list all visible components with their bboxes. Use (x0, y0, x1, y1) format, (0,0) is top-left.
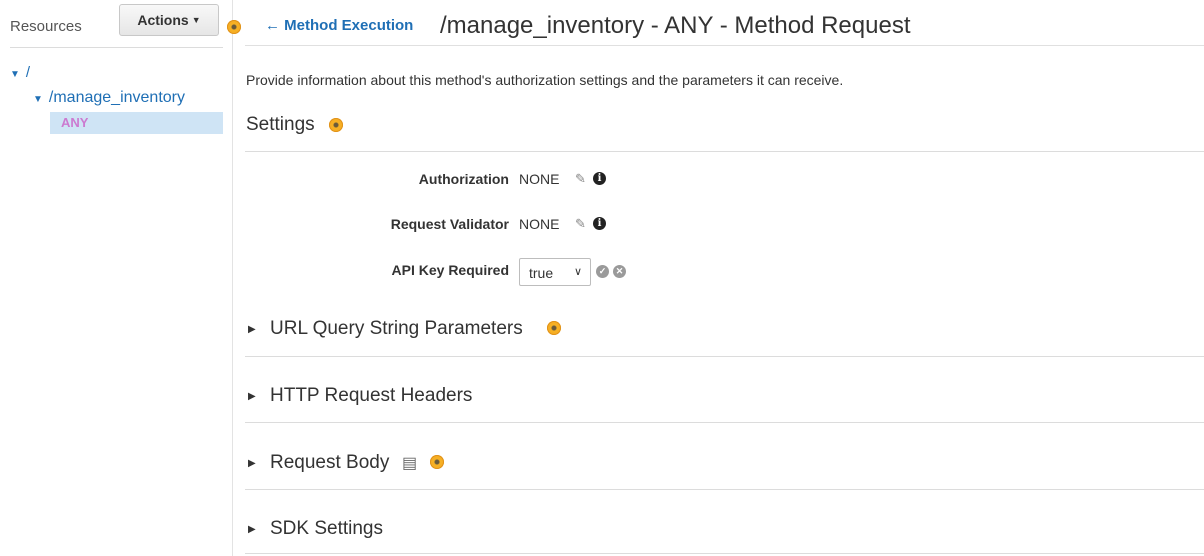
authorization-label: Authorization (418, 171, 509, 187)
book-icon[interactable]: ▤ (402, 453, 417, 473)
chevron-down-icon: ∨ (573, 266, 582, 278)
help-icon[interactable] (547, 321, 561, 335)
tree-item-label: / (25, 64, 31, 81)
check-icon[interactable]: ✓ (596, 265, 609, 278)
page-description: Provide information about this method's … (246, 72, 844, 88)
info-icon[interactable]: i (593, 217, 606, 230)
request-validator-label: Request Validator (390, 216, 509, 232)
divider (245, 151, 1204, 152)
resources-label: Resources (10, 18, 82, 35)
actions-label: Actions (137, 12, 189, 28)
caret-down-icon[interactable]: ▼ (33, 94, 43, 105)
caret-down-icon[interactable]: ▼ (10, 69, 20, 80)
section-http-request-headers[interactable]: HTTP Request Headers (270, 385, 472, 407)
help-icon[interactable] (227, 20, 241, 34)
method-label: ANY (61, 115, 89, 130)
divider (10, 47, 223, 48)
tree-item-root[interactable]: ▼ / (10, 64, 30, 81)
resources-panel (0, 0, 233, 556)
caret-right-icon[interactable]: ▶ (248, 391, 256, 402)
tree-item-manage-inventory[interactable]: ▼ /manage_inventory (33, 89, 185, 107)
section-request-body[interactable]: Request Body (270, 452, 389, 474)
actions-button[interactable]: Actions ▼ (119, 4, 219, 36)
divider (245, 489, 1204, 490)
help-icon[interactable] (329, 118, 343, 132)
section-sdk-settings[interactable]: SDK Settings (270, 518, 383, 540)
request-validator-value: NONE (519, 216, 560, 232)
section-url-query-string-parameters[interactable]: URL Query String Parameters (270, 318, 523, 340)
tree-item-method-any[interactable]: ANY (50, 112, 223, 134)
divider (245, 553, 1204, 554)
pencil-icon[interactable]: ✎ (575, 216, 586, 232)
arrow-left-icon: ← (265, 17, 280, 34)
help-icon[interactable] (430, 455, 444, 469)
api-key-required-label: API Key Required (391, 262, 509, 278)
close-icon[interactable]: ✕ (613, 265, 626, 278)
page-title: /manage_inventory - ANY - Method Request (440, 12, 911, 39)
divider (245, 356, 1204, 357)
select-value: true (529, 265, 554, 281)
caret-right-icon[interactable]: ▶ (248, 458, 256, 469)
caret-right-icon[interactable]: ▶ (248, 324, 256, 335)
caret-right-icon[interactable]: ▶ (248, 524, 256, 535)
caret-down-icon: ▼ (191, 15, 201, 25)
settings-heading: Settings (246, 114, 315, 135)
back-link-label: Method Execution (284, 17, 414, 34)
pencil-icon[interactable]: ✎ (575, 171, 586, 187)
info-icon[interactable]: i (593, 172, 606, 185)
back-method-execution-link[interactable]: ← Method Execution (265, 17, 413, 34)
divider (245, 45, 1204, 46)
tree-item-label: /manage_inventory (48, 89, 185, 106)
authorization-value: NONE (519, 171, 560, 187)
api-key-required-select[interactable]: true ∨ (519, 258, 591, 286)
divider (245, 422, 1204, 423)
